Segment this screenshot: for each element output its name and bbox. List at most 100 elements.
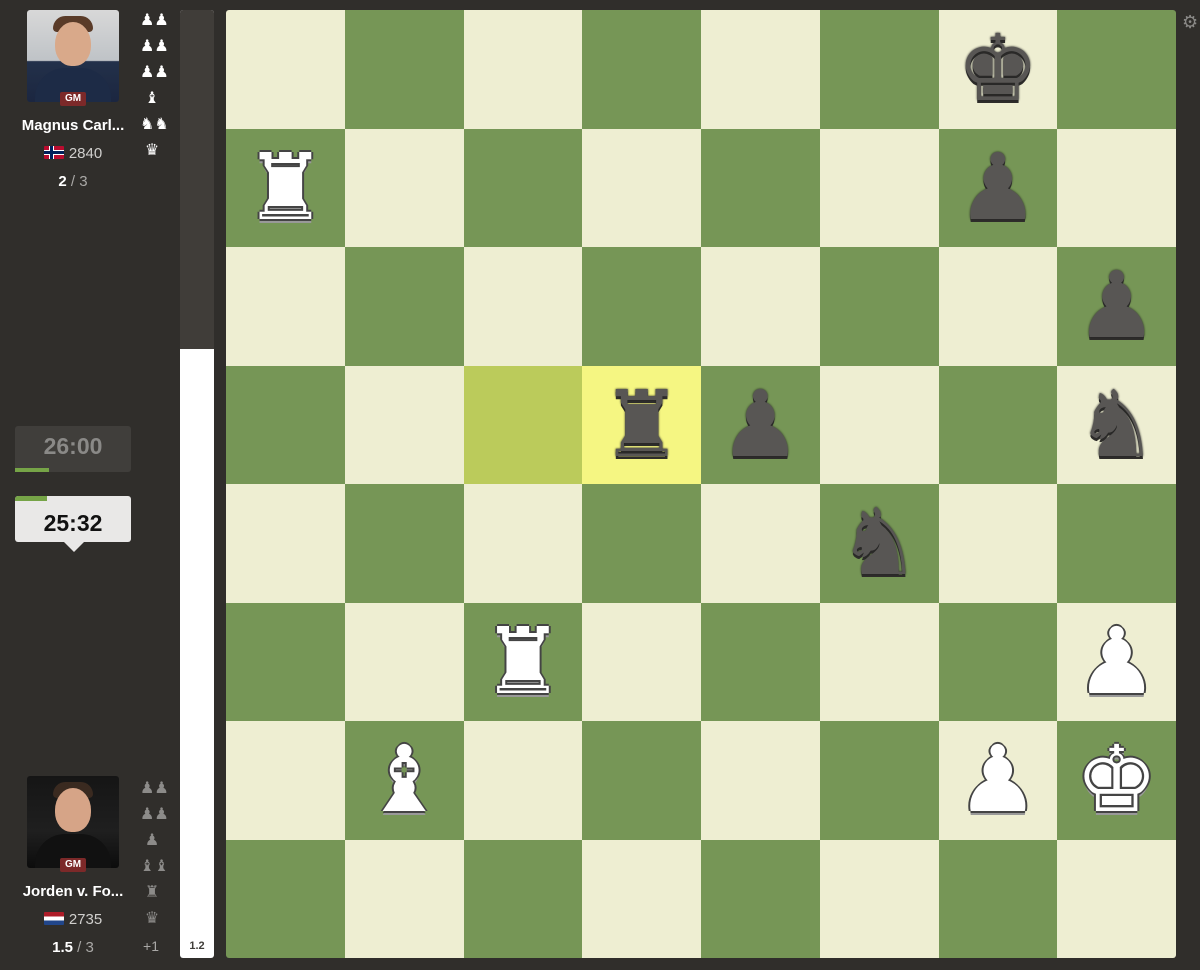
- bottom-player-score-total: / 3: [77, 939, 94, 956]
- black-king-icon[interactable]: ♚: [957, 23, 1039, 115]
- square-d3[interactable]: [582, 602, 701, 721]
- gear-icon[interactable]: ⚙: [1182, 12, 1198, 33]
- square-e1[interactable]: [701, 839, 820, 958]
- top-clock-time: 26:00: [43, 433, 103, 459]
- square-b3[interactable]: [344, 602, 464, 721]
- square-a6[interactable]: [226, 247, 345, 366]
- square-d8[interactable]: [582, 10, 701, 129]
- square-f5[interactable]: [819, 365, 939, 484]
- bottom-player-avatar[interactable]: [27, 776, 119, 868]
- bottom-player-captured-pieces: ♟♟ ♟♟ ♟ ♝♝ ♜ ♛: [140, 776, 169, 932]
- square-f2[interactable]: [819, 721, 939, 840]
- square-c2[interactable]: [463, 721, 583, 840]
- square-g7[interactable]: ♟: [938, 128, 1058, 247]
- square-a4[interactable]: [226, 484, 345, 603]
- square-b1[interactable]: [344, 839, 464, 958]
- captured-bishop-icon: ♝: [144, 90, 160, 107]
- square-c7[interactable]: [463, 128, 583, 247]
- square-g6[interactable]: [938, 247, 1058, 366]
- white-bishop-icon[interactable]: ♝: [363, 734, 445, 826]
- black-knight-icon[interactable]: ♞: [838, 497, 920, 589]
- square-a8[interactable]: [226, 10, 345, 129]
- square-f8[interactable]: [819, 10, 939, 129]
- top-player-clock: 26:00: [15, 426, 131, 472]
- top-player-name[interactable]: Magnus Carl...: [0, 117, 146, 134]
- square-g4[interactable]: [938, 484, 1058, 603]
- bottom-player-title-badge: GM: [60, 858, 86, 872]
- white-king-icon[interactable]: ♚: [1075, 734, 1157, 826]
- square-e4[interactable]: [701, 484, 820, 603]
- norway-flag-icon: [43, 146, 64, 159]
- active-clock-pointer: [64, 542, 84, 552]
- square-d5[interactable]: ♜: [582, 365, 701, 484]
- square-b7[interactable]: [344, 128, 464, 247]
- square-e2[interactable]: [701, 721, 820, 840]
- black-pawn-icon[interactable]: ♟: [719, 378, 801, 471]
- square-c6[interactable]: [463, 247, 583, 366]
- square-h4[interactable]: [1057, 484, 1176, 603]
- square-h7[interactable]: [1057, 128, 1176, 247]
- bottom-player-clock: 25:32: [15, 496, 131, 552]
- square-d7[interactable]: [582, 128, 701, 247]
- bottom-player-name[interactable]: Jorden v. Fo...: [0, 883, 146, 900]
- netherlands-flag-icon: [43, 912, 64, 925]
- captured-knights-icon: ♞♞: [140, 116, 169, 133]
- square-g1[interactable]: [938, 839, 1058, 958]
- square-g8[interactable]: ♚: [938, 10, 1058, 129]
- square-e8[interactable]: [701, 10, 820, 129]
- square-c5[interactable]: [463, 365, 583, 484]
- chess-board[interactable]: ♚ ♜ ♟ ♟ ♜ ♟ ♞ ♞ ♜ ♟ ♝ ♟ ♚: [226, 10, 1176, 958]
- white-pawn-icon[interactable]: ♟: [957, 734, 1039, 826]
- square-h8[interactable]: [1057, 10, 1176, 129]
- square-g2[interactable]: ♟: [938, 721, 1058, 840]
- top-player-avatar[interactable]: [27, 10, 119, 102]
- square-a5[interactable]: [226, 365, 345, 484]
- square-g3[interactable]: [938, 602, 1058, 721]
- square-a3[interactable]: [226, 602, 345, 721]
- black-rook-icon[interactable]: ♜: [600, 378, 682, 471]
- square-f6[interactable]: [819, 247, 939, 366]
- square-c1[interactable]: [463, 839, 583, 958]
- square-e3[interactable]: [701, 602, 820, 721]
- square-f3[interactable]: [819, 602, 939, 721]
- square-c8[interactable]: [463, 10, 583, 129]
- square-c3[interactable]: ♜: [463, 602, 583, 721]
- square-d1[interactable]: [582, 839, 701, 958]
- top-player-rating-row: 2840: [0, 145, 146, 162]
- square-h1[interactable]: [1057, 839, 1176, 958]
- square-a7[interactable]: ♜: [226, 128, 345, 247]
- square-f1[interactable]: [819, 839, 939, 958]
- black-pawn-icon[interactable]: ♟: [1075, 260, 1157, 352]
- square-a2[interactable]: [226, 721, 345, 840]
- black-knight-icon[interactable]: ♞: [1075, 378, 1157, 471]
- square-h5[interactable]: ♞: [1057, 365, 1176, 484]
- captured-pawns-icon: ♟♟: [140, 64, 169, 81]
- square-g5[interactable]: [938, 365, 1058, 484]
- square-f7[interactable]: [819, 128, 939, 247]
- evaluation-value: 1.2: [189, 940, 205, 952]
- captured-pawns-icon: ♟♟: [140, 806, 169, 823]
- white-rook-icon[interactable]: ♜: [482, 615, 564, 708]
- square-h3[interactable]: ♟: [1057, 602, 1176, 721]
- white-pawn-icon[interactable]: ♟: [1075, 615, 1157, 708]
- square-h6[interactable]: ♟: [1057, 247, 1176, 366]
- square-d4[interactable]: [582, 484, 701, 603]
- square-a1[interactable]: [226, 839, 345, 958]
- square-b8[interactable]: [344, 10, 464, 129]
- square-b6[interactable]: [344, 247, 464, 366]
- square-h2[interactable]: ♚: [1057, 721, 1176, 840]
- square-f4[interactable]: ♞: [819, 484, 939, 603]
- square-b2[interactable]: ♝: [344, 721, 464, 840]
- square-d6[interactable]: [582, 247, 701, 366]
- square-e6[interactable]: [701, 247, 820, 366]
- square-b5[interactable]: [344, 365, 464, 484]
- captured-pawns-icon: ♟♟: [140, 38, 169, 55]
- square-b4[interactable]: [344, 484, 464, 603]
- white-rook-icon[interactable]: ♜: [244, 141, 326, 234]
- square-c4[interactable]: [463, 484, 583, 603]
- black-pawn-icon[interactable]: ♟: [957, 141, 1039, 234]
- square-d2[interactable]: [582, 721, 701, 840]
- square-e5[interactable]: ♟: [701, 365, 820, 484]
- square-e7[interactable]: [701, 128, 820, 247]
- avatar-face: [55, 22, 91, 66]
